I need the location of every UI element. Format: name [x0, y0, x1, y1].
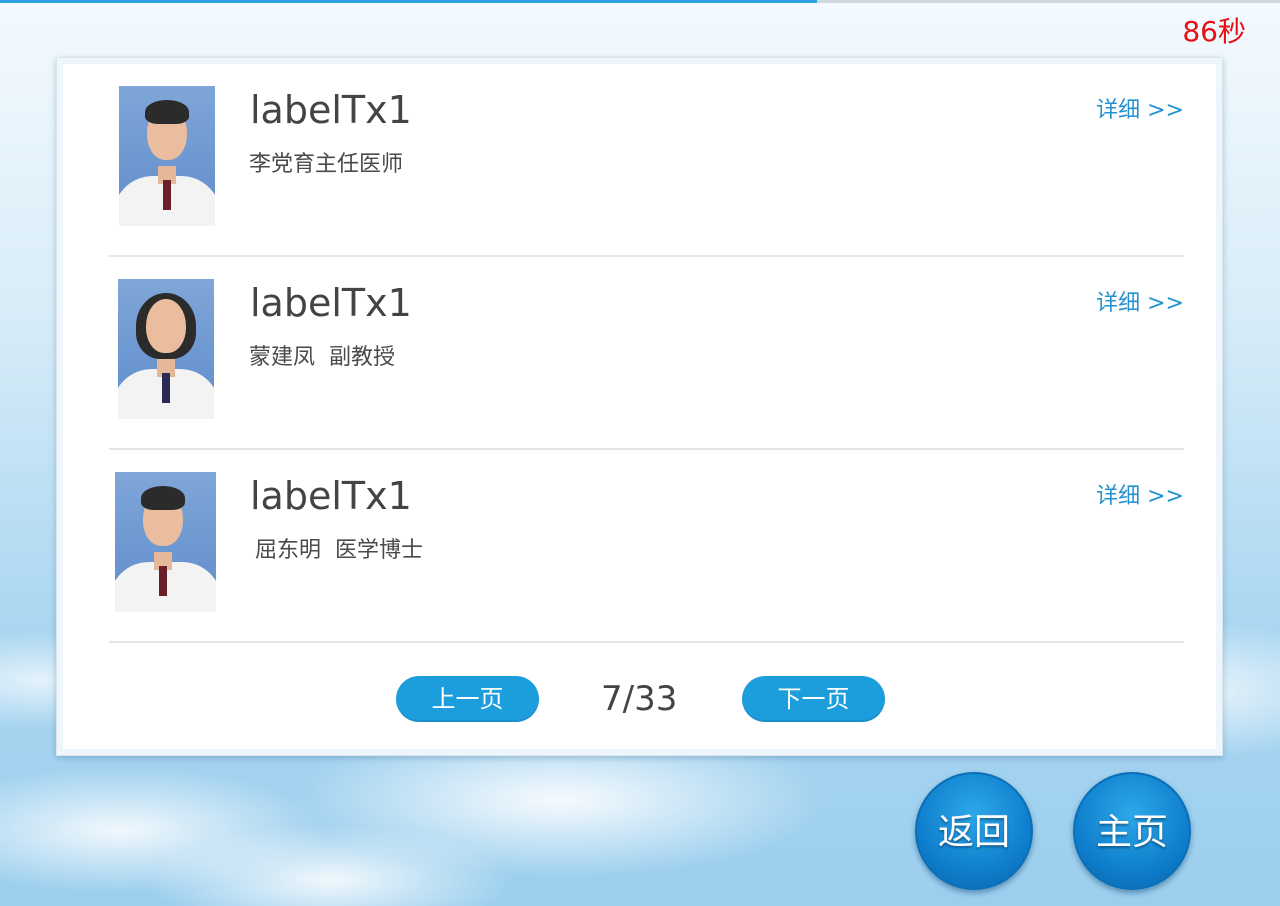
countdown-timer: 86秒 — [1182, 15, 1246, 48]
doctor-name: labelTx1 — [250, 88, 412, 132]
doctor-list-panel-inner: labelTx1 李党育主任医师 详细 >> labelTx1 蒙建凤 副教授 … — [63, 64, 1216, 749]
back-button[interactable]: 返回 — [915, 772, 1033, 890]
pagination: 上一页 7/33 下一页 — [63, 676, 1216, 724]
countdown-progress-bar — [0, 0, 1280, 3]
doctor-row: labelTx1 屈东明 医学博士 详细 >> — [109, 450, 1184, 643]
doctor-name: labelTx1 — [250, 281, 412, 325]
doctor-photo — [115, 472, 216, 612]
doctor-title: 李党育主任医师 — [249, 152, 404, 177]
page-indicator: 7/33 — [601, 679, 678, 719]
doctor-row: labelTx1 蒙建凤 副教授 详细 >> — [109, 257, 1184, 450]
doctor-detail-link[interactable]: 详细 >> — [1096, 96, 1184, 126]
doctor-title: 蒙建凤 副教授 — [249, 345, 395, 370]
prev-page-button[interactable]: 上一页 — [396, 676, 539, 722]
doctor-photo — [119, 86, 215, 226]
doctor-row: labelTx1 李党育主任医师 详细 >> — [109, 64, 1184, 257]
countdown-progress-fill — [0, 0, 817, 3]
doctor-detail-link[interactable]: 详细 >> — [1096, 482, 1184, 512]
doctor-list: labelTx1 李党育主任医师 详细 >> labelTx1 蒙建凤 副教授 … — [109, 64, 1184, 643]
home-button[interactable]: 主页 — [1073, 772, 1191, 890]
doctor-list-panel: labelTx1 李党育主任医师 详细 >> labelTx1 蒙建凤 副教授 … — [56, 57, 1223, 756]
doctor-title: 屈东明 医学博士 — [255, 538, 423, 563]
doctor-name: labelTx1 — [250, 474, 412, 518]
doctor-photo — [118, 279, 214, 419]
next-page-button[interactable]: 下一页 — [742, 676, 885, 722]
doctor-detail-link[interactable]: 详细 >> — [1096, 289, 1184, 319]
